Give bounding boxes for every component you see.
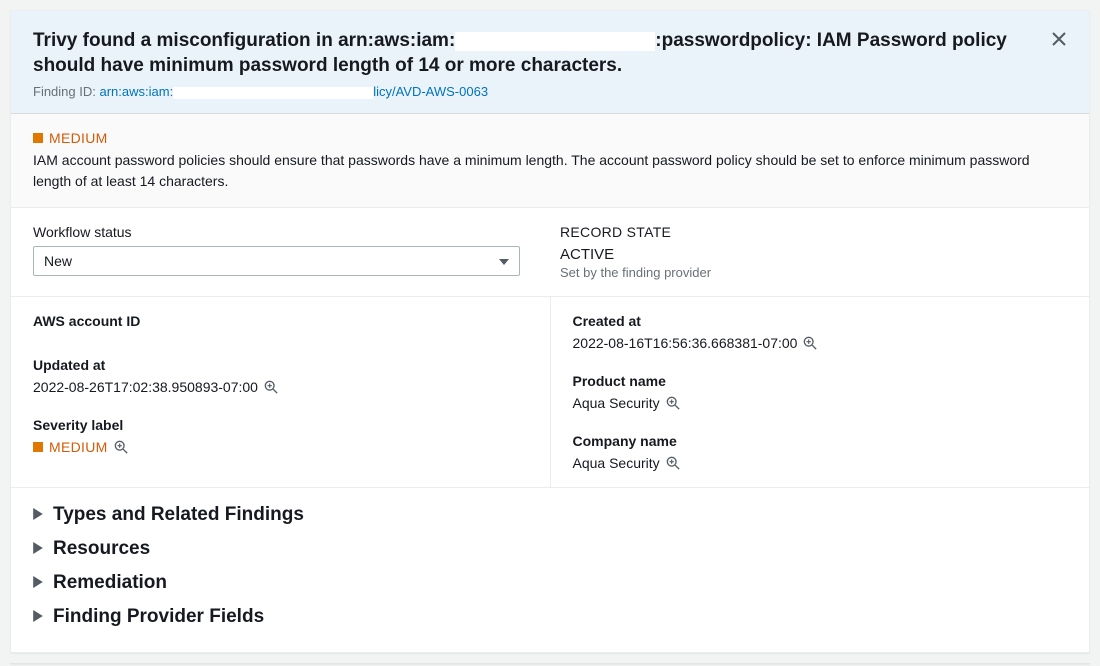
expander-section: Types and Related Findings Resources Rem…: [11, 488, 1089, 652]
record-state-note: Set by the finding provider: [560, 265, 1047, 280]
finding-title: Trivy found a misconfiguration in arn:aw…: [33, 29, 1067, 78]
severity-filter[interactable]: [114, 440, 128, 454]
product-name-field: Product name Aqua Security: [573, 373, 1068, 411]
triangle-right-icon: [33, 541, 43, 557]
magnify-plus-icon: [264, 380, 278, 394]
severity-color-icon: [33, 442, 43, 452]
product-name-label: Product name: [573, 373, 1068, 389]
record-state-col: RECORD STATE ACTIVE Set by the finding p…: [540, 224, 1067, 280]
magnify-plus-icon: [666, 396, 680, 410]
details-right: Created at 2022-08-16T16:56:36.668381-07…: [550, 297, 1090, 487]
magnify-plus-icon: [114, 440, 128, 454]
triangle-right-icon: [33, 507, 43, 523]
created-at-label: Created at: [573, 313, 1068, 329]
severity-label-value: MEDIUM: [49, 439, 108, 455]
finding-header: Trivy found a misconfiguration in arn:aw…: [11, 11, 1089, 114]
close-icon: [1051, 31, 1067, 47]
severity-color-icon: [33, 133, 43, 143]
created-at-value: 2022-08-16T16:56:36.668381-07:00: [573, 335, 798, 351]
created-at-filter[interactable]: [803, 336, 817, 350]
aws-account-id-label: AWS account ID: [33, 313, 528, 329]
severity-badge: MEDIUM: [33, 130, 1067, 146]
expander-label: Finding Provider Fields: [53, 606, 264, 628]
finding-id-line: Finding ID: arn:aws:iam:licy/AVD-AWS-006…: [33, 84, 1067, 99]
expander-provider-fields[interactable]: Finding Provider Fields: [33, 600, 1067, 634]
expander-remediation[interactable]: Remediation: [33, 566, 1067, 600]
status-section: Workflow status New RECORD STATE ACTIVE …: [11, 208, 1089, 297]
company-name-field: Company name Aqua Security: [573, 433, 1068, 471]
expander-label: Resources: [53, 538, 150, 560]
finding-id-label: Finding ID:: [33, 84, 99, 99]
severity-text: MEDIUM: [49, 130, 108, 146]
magnify-plus-icon: [803, 336, 817, 350]
expander-label: Remediation: [53, 572, 167, 594]
expander-types[interactable]: Types and Related Findings: [33, 498, 1067, 532]
title-prefix: Trivy found a misconfiguration in arn:aw…: [33, 30, 455, 51]
redacted-segment: [455, 32, 655, 51]
expander-resources[interactable]: Resources: [33, 532, 1067, 566]
triangle-right-icon: [33, 575, 43, 591]
updated-at-filter[interactable]: [264, 380, 278, 394]
product-name-value: Aqua Security: [573, 395, 660, 411]
updated-at-value: 2022-08-26T17:02:38.950893-07:00: [33, 379, 258, 395]
company-name-filter[interactable]: [666, 456, 680, 470]
company-name-value: Aqua Security: [573, 455, 660, 471]
record-state-value: ACTIVE: [560, 246, 1047, 263]
aws-account-id-field: AWS account ID: [33, 313, 528, 335]
workflow-status-value: New: [44, 253, 72, 269]
redacted-segment: [173, 87, 373, 99]
company-name-label: Company name: [573, 433, 1068, 449]
created-at-field: Created at 2022-08-16T16:56:36.668381-07…: [573, 313, 1068, 351]
product-name-filter[interactable]: [666, 396, 680, 410]
details-grid: AWS account ID Updated at 2022-08-26T17:…: [11, 297, 1089, 488]
severity-label-label: Severity label: [33, 417, 528, 433]
expander-label: Types and Related Findings: [53, 504, 304, 526]
workflow-status-col: Workflow status New: [33, 224, 540, 280]
finding-detail-panel: Trivy found a misconfiguration in arn:aw…: [10, 10, 1090, 653]
severity-section: MEDIUM IAM account password policies sho…: [11, 114, 1089, 208]
workflow-status-label: Workflow status: [33, 224, 520, 240]
finding-description: IAM account password policies should ens…: [33, 150, 1067, 191]
magnify-plus-icon: [666, 456, 680, 470]
record-state-label: RECORD STATE: [560, 224, 1047, 240]
updated-at-field: Updated at 2022-08-26T17:02:38.950893-07…: [33, 357, 528, 395]
severity-label-field: Severity label MEDIUM: [33, 417, 528, 455]
updated-at-label: Updated at: [33, 357, 528, 373]
details-left: AWS account ID Updated at 2022-08-26T17:…: [11, 297, 550, 487]
triangle-right-icon: [33, 609, 43, 625]
chevron-down-icon: [499, 253, 509, 269]
workflow-status-select[interactable]: New: [33, 246, 520, 276]
finding-id-link[interactable]: arn:aws:iam:licy/AVD-AWS-0063: [99, 84, 488, 99]
close-button[interactable]: [1051, 31, 1067, 47]
